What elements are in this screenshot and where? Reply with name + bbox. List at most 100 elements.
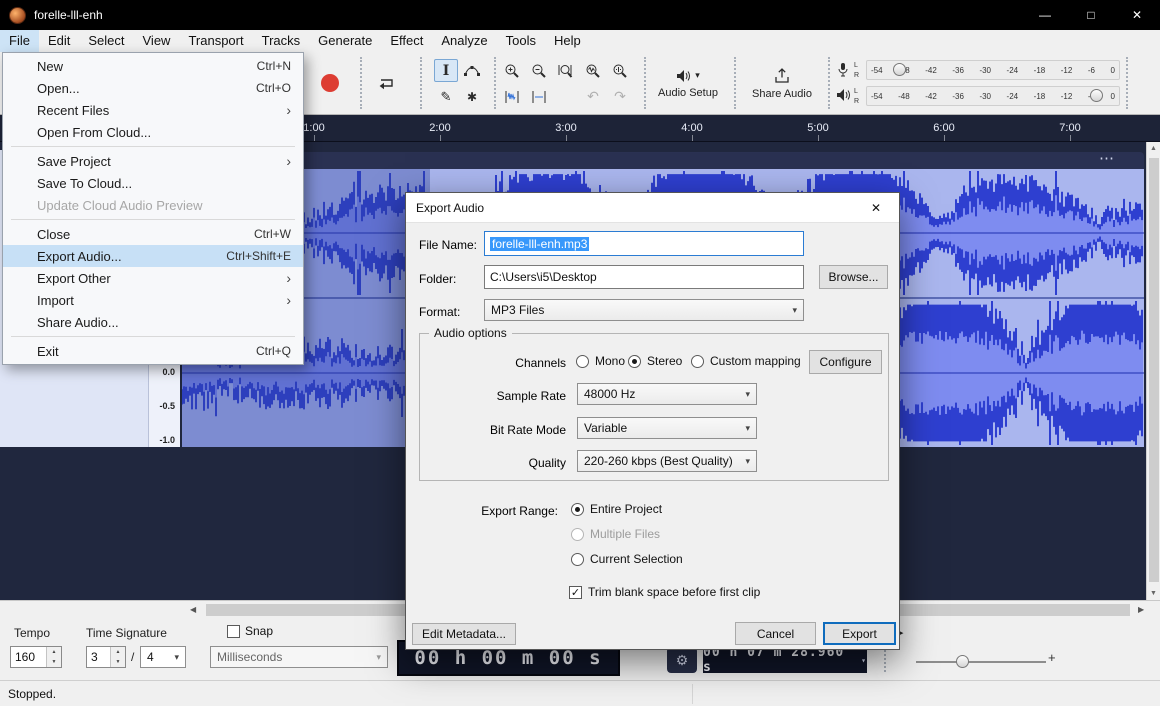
quality-select[interactable]: 220-260 kbps (Best Quality) ▾ bbox=[577, 450, 757, 472]
browse-button[interactable]: Browse... bbox=[819, 265, 888, 289]
menu-item-open[interactable]: Open... Ctrl+O bbox=[3, 77, 303, 99]
trim-checkbox[interactable]: ✓ Trim blank space before first clip bbox=[569, 585, 760, 599]
trim-audio-button[interactable] bbox=[500, 85, 524, 108]
dialog-title-bar[interactable]: Export Audio ✕ bbox=[406, 193, 899, 223]
cancel-button[interactable]: Cancel bbox=[735, 622, 816, 645]
record-button[interactable] bbox=[316, 70, 344, 96]
share-audio-button[interactable]: Share Audio bbox=[740, 56, 824, 111]
menu-analyze[interactable]: Analyze bbox=[432, 30, 496, 52]
zoom-in-button[interactable] bbox=[500, 59, 524, 82]
audio-setup-button[interactable]: ▾ Audio Setup bbox=[650, 56, 726, 111]
toolbar-grip[interactable] bbox=[828, 57, 830, 109]
clip-menu-icon[interactable]: ⋯ bbox=[1099, 149, 1116, 167]
menu-item-open-from-cloud[interactable]: Open From Cloud... bbox=[3, 121, 303, 143]
quality-value: 220-260 kbps (Best Quality) bbox=[584, 454, 733, 468]
bit-rate-mode-select[interactable]: Variable ▾ bbox=[577, 417, 757, 439]
radio-stereo[interactable]: Stereo bbox=[628, 354, 682, 368]
menu-item-exit[interactable]: Exit Ctrl+Q bbox=[3, 340, 303, 362]
multi-tool-button[interactable]: ✱ bbox=[460, 85, 484, 108]
export-button[interactable]: Export bbox=[823, 622, 896, 645]
toolbar-grip[interactable] bbox=[644, 57, 646, 109]
silence-audio-button[interactable] bbox=[527, 85, 551, 108]
snap-checkbox[interactable]: Snap bbox=[227, 624, 273, 638]
close-button[interactable]: ✕ bbox=[1114, 0, 1160, 30]
channel-right-label: R bbox=[854, 97, 859, 107]
toolbar-grip[interactable] bbox=[494, 57, 496, 109]
menu-item-save-project[interactable]: Save Project › bbox=[3, 150, 303, 172]
toolbar-grip[interactable] bbox=[1126, 57, 1128, 109]
play-speed-slider-thumb[interactable] bbox=[956, 655, 969, 668]
radio-mono[interactable]: Mono bbox=[576, 354, 625, 368]
scroll-up-icon[interactable]: ▲ bbox=[1150, 145, 1157, 152]
toolbar-grip[interactable] bbox=[734, 57, 736, 109]
spin-down-icon[interactable]: ▼ bbox=[111, 657, 125, 667]
menu-item-save-to-cloud[interactable]: Save To Cloud... bbox=[3, 172, 303, 194]
zoom-fit-selection-button[interactable] bbox=[554, 59, 578, 82]
menu-effect[interactable]: Effect bbox=[381, 30, 432, 52]
toolbar-grip[interactable] bbox=[420, 57, 422, 109]
undo-button[interactable]: ↶ bbox=[581, 85, 605, 108]
zoom-fit-project-button[interactable] bbox=[581, 59, 605, 82]
menu-item-recent-files[interactable]: Recent Files › bbox=[3, 99, 303, 121]
zoom-out-button[interactable] bbox=[527, 59, 551, 82]
menu-help[interactable]: Help bbox=[545, 30, 590, 52]
time-signature-upper-spinner[interactable]: 3 ▲ ▼ bbox=[86, 646, 126, 668]
time-display-settings-button[interactable]: ⚙ bbox=[667, 647, 697, 673]
menu-item-share-audio[interactable]: Share Audio... bbox=[3, 311, 303, 333]
time-signature-lower-select[interactable]: 4 ▾ bbox=[140, 646, 186, 668]
menu-edit[interactable]: Edit bbox=[39, 30, 79, 52]
menu-item-export-audio[interactable]: Export Audio... Ctrl+Shift+E bbox=[3, 245, 303, 267]
menu-view[interactable]: View bbox=[134, 30, 180, 52]
playback-volume-slider[interactable] bbox=[1090, 89, 1103, 102]
format-select[interactable]: MP3 Files ▾ bbox=[484, 299, 804, 321]
scroll-down-icon[interactable]: ▼ bbox=[1150, 590, 1157, 597]
folder-input[interactable]: C:\Users\i5\Desktop bbox=[484, 265, 804, 289]
redo-button[interactable]: ↷ bbox=[608, 85, 632, 108]
menu-item-label: Import bbox=[37, 293, 74, 308]
snap-mode-select[interactable]: Milliseconds ▾ bbox=[210, 646, 388, 668]
draw-tool-button[interactable]: ✎ bbox=[434, 85, 458, 108]
loop-button[interactable] bbox=[372, 70, 400, 96]
menu-item-export-other[interactable]: Export Other › bbox=[3, 267, 303, 289]
radio-entire-project[interactable]: Entire Project bbox=[571, 502, 662, 516]
maximize-button[interactable]: □ bbox=[1068, 0, 1114, 30]
configure-button[interactable]: Configure bbox=[809, 350, 882, 374]
menu-item-new[interactable]: New Ctrl+N bbox=[3, 55, 303, 77]
position-time-display[interactable]: 00 h 07 m 28.960 s ▾ bbox=[703, 647, 867, 673]
minimize-button[interactable]: — bbox=[1022, 0, 1068, 30]
menu-tracks[interactable]: Tracks bbox=[253, 30, 310, 52]
edit-metadata-button[interactable]: Edit Metadata... bbox=[412, 623, 516, 645]
menu-item-import[interactable]: Import › bbox=[3, 289, 303, 311]
spin-down-icon[interactable]: ▼ bbox=[47, 657, 61, 667]
recording-volume-slider[interactable] bbox=[893, 63, 906, 76]
toolbar-grip[interactable] bbox=[360, 57, 362, 109]
timeline-label: 2:00 bbox=[429, 122, 450, 134]
scroll-left-icon[interactable]: ◀ bbox=[190, 605, 196, 614]
menu-file[interactable]: File bbox=[0, 30, 39, 52]
menu-transport[interactable]: Transport bbox=[179, 30, 252, 52]
menu-generate[interactable]: Generate bbox=[309, 30, 381, 52]
menu-item-close[interactable]: Close Ctrl+W bbox=[3, 223, 303, 245]
clip-header[interactable]: ⋯ bbox=[182, 152, 1144, 169]
vertical-scroll-thumb[interactable] bbox=[1149, 158, 1159, 582]
dialog-close-button[interactable]: ✕ bbox=[853, 193, 899, 223]
selection-tool-button[interactable]: I bbox=[434, 59, 458, 82]
playback-meter[interactable]: -54 -48 -42 -36 -30 -24 -18 -12 -6 0 bbox=[866, 86, 1120, 106]
tempo-spinner[interactable]: 160 ▲ ▼ bbox=[10, 646, 62, 668]
spin-up-icon[interactable]: ▲ bbox=[47, 647, 61, 657]
menu-select[interactable]: Select bbox=[79, 30, 133, 52]
audio-setup-label: Audio Setup bbox=[658, 87, 718, 99]
file-name-input[interactable]: forelle-lll-enh.mp3 bbox=[484, 231, 804, 256]
play-speed-plus[interactable]: + bbox=[1048, 650, 1056, 665]
spin-up-icon[interactable]: ▲ bbox=[111, 647, 125, 657]
play-speed-slider[interactable] bbox=[916, 661, 1046, 663]
zoom-toggle-button[interactable] bbox=[608, 59, 632, 82]
radio-current-selection[interactable]: Current Selection bbox=[571, 552, 683, 566]
radio-custom-mapping[interactable]: Custom mapping bbox=[691, 354, 801, 368]
scroll-right-icon[interactable]: ▶ bbox=[1138, 605, 1144, 614]
menu-tools[interactable]: Tools bbox=[497, 30, 545, 52]
radio-icon bbox=[576, 355, 589, 368]
sample-rate-select[interactable]: 48000 Hz ▾ bbox=[577, 383, 757, 405]
envelope-tool-button[interactable] bbox=[460, 59, 484, 82]
vertical-scrollbar[interactable]: ▲ ▼ bbox=[1146, 142, 1160, 600]
